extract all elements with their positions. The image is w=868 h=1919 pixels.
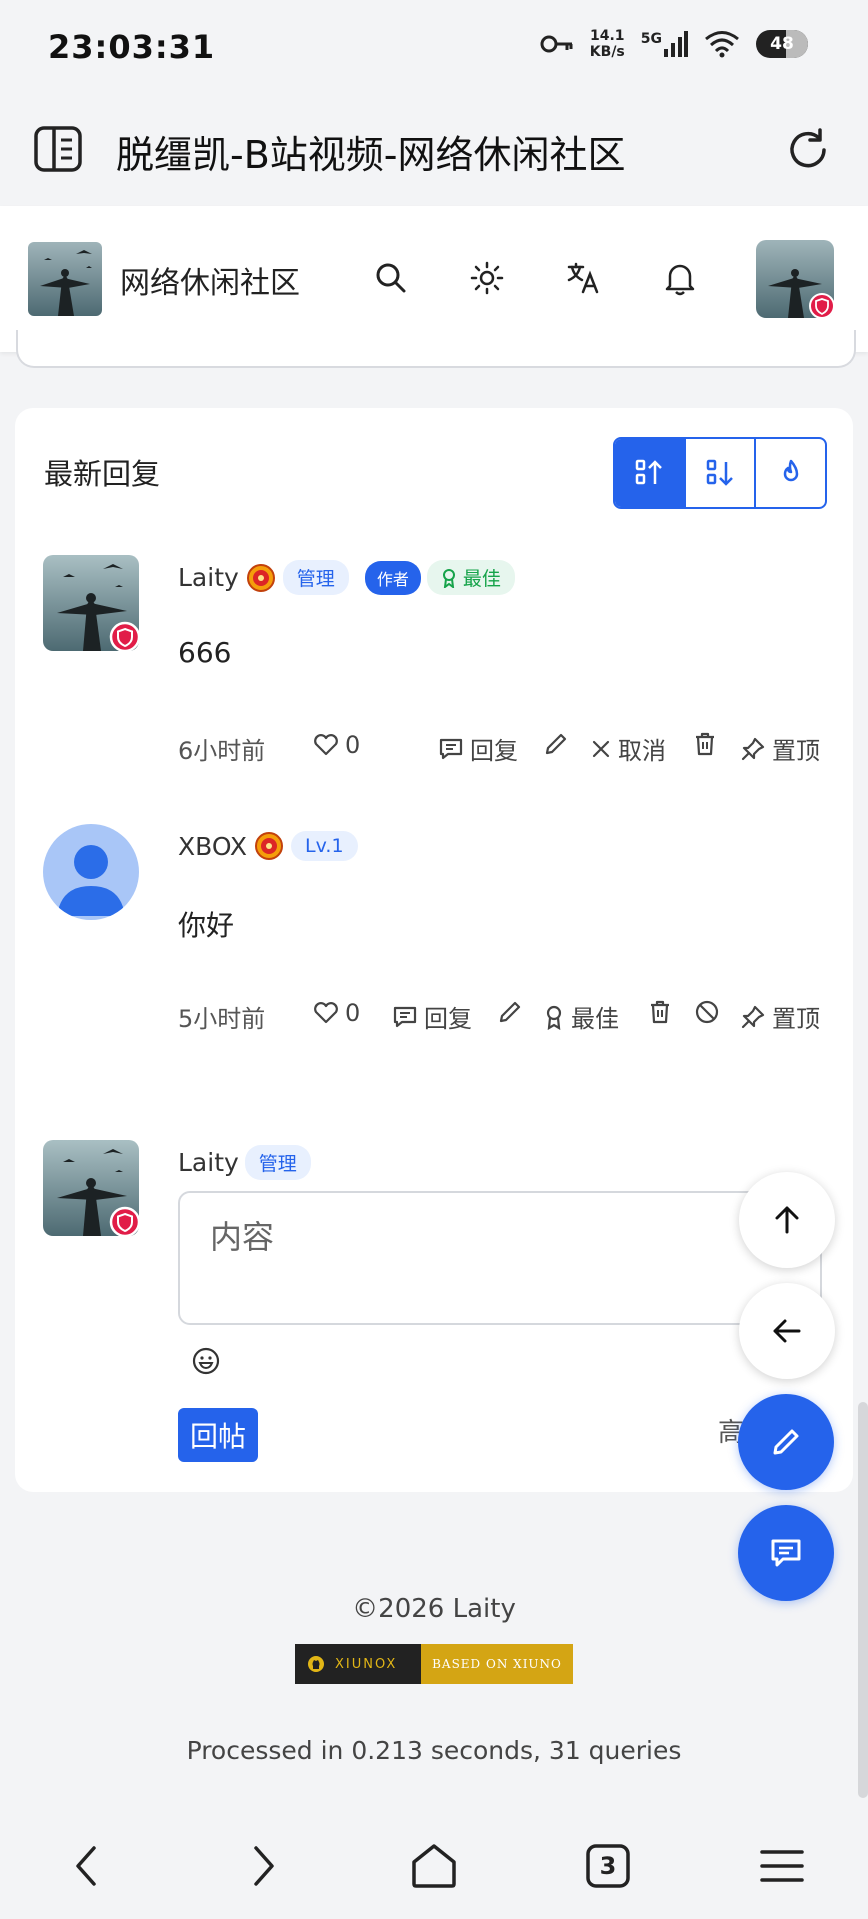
reply-1-time: 6小时前 — [178, 737, 266, 765]
back-button[interactable] — [739, 1283, 835, 1379]
page-title: 脱缰凯-B站视频-网络休闲社区 — [116, 133, 626, 177]
nav-tabs-icon[interactable]: 3 — [580, 1838, 636, 1894]
admin-badge: 管理 — [244, 1145, 311, 1180]
trash-icon — [651, 1000, 669, 1024]
reply-1-header: Laity 管理 作者 最佳 — [178, 560, 515, 595]
pin-icon — [741, 737, 765, 760]
comment-icon — [439, 738, 463, 759]
reply-content-textarea[interactable] — [178, 1191, 822, 1325]
sort-ascending-button[interactable] — [615, 439, 686, 507]
pencil-icon — [499, 1001, 521, 1023]
reply-1-edit-button[interactable] — [543, 731, 569, 757]
reply-2-username[interactable]: XBOX — [178, 832, 247, 861]
medal-icon — [246, 563, 275, 592]
reply-2-delete-button[interactable] — [648, 999, 672, 1025]
reload-icon[interactable] — [786, 128, 830, 172]
flame-icon — [783, 459, 798, 482]
admin-badge: 管理 — [282, 560, 349, 595]
heart-icon — [314, 734, 338, 756]
key-icon — [540, 35, 573, 53]
reply-2-header: XBOX Lv.1 — [178, 830, 358, 862]
net-speed: 14.1 KB/s — [589, 28, 625, 60]
close-icon — [592, 740, 610, 757]
heart-icon — [314, 1002, 338, 1024]
pencil-icon — [545, 733, 567, 755]
footer-copyright: ©2026 Laity — [352, 1594, 516, 1624]
reply-2-content: 你好 — [178, 909, 235, 942]
ban-icon — [695, 1000, 719, 1024]
compose-username: Laity — [178, 1148, 239, 1177]
status-icons: 14.1 KB/s 5G 48 — [540, 28, 808, 60]
reply-1-content: 666 — [178, 636, 232, 669]
processed-stats: Processed in 0.213 seconds, 31 queries — [186, 1736, 682, 1765]
emoji-icon[interactable] — [191, 1346, 221, 1376]
reply-2-ban-button[interactable] — [694, 999, 720, 1025]
status-time: 23:03:31 — [48, 28, 216, 66]
compose-avatar — [43, 1140, 143, 1240]
reply-1-cancel-button[interactable]: 取消 — [590, 731, 666, 766]
reply-2-pin-button[interactable]: 置顶 — [740, 999, 820, 1034]
best-badge: 最佳 — [426, 560, 515, 595]
user-avatar[interactable] — [756, 240, 834, 318]
nav-menu-icon[interactable] — [754, 1838, 810, 1894]
theme-sun-icon[interactable] — [467, 258, 507, 298]
reply-2-edit-button[interactable] — [497, 999, 523, 1025]
reply-2-avatar[interactable] — [43, 824, 139, 920]
sort-descending-icon — [706, 459, 733, 486]
reply-1-like-button[interactable]: 0 — [313, 731, 360, 759]
wifi-icon — [705, 31, 739, 58]
submit-reply-button[interactable]: 回帖 — [178, 1408, 258, 1462]
sort-ascending-icon — [636, 459, 663, 485]
award-icon — [442, 568, 455, 588]
comment-icon — [771, 1539, 801, 1567]
trash-icon — [696, 732, 714, 756]
previous-card-edge — [16, 330, 856, 368]
signal-icon: 5G — [641, 31, 688, 57]
author-badge: 作者 — [364, 560, 421, 595]
site-logo[interactable] — [28, 242, 102, 316]
reply-1-delete-button[interactable] — [693, 731, 717, 757]
sidebar-toggle-icon[interactable] — [34, 126, 82, 172]
nav-back-icon[interactable] — [60, 1838, 116, 1894]
nav-home-icon[interactable] — [406, 1838, 462, 1894]
comment-fab-button[interactable] — [738, 1505, 834, 1601]
medal-icon — [255, 832, 284, 860]
sort-hot-button[interactable] — [756, 439, 825, 507]
site-name[interactable]: 网络休闲社区 — [120, 258, 300, 302]
reply-1-reply-button[interactable]: 回复 — [438, 731, 518, 766]
reply-2-reply-button[interactable]: 回复 — [392, 999, 472, 1034]
replies-section-title: 最新回复 — [44, 457, 161, 491]
reply-1-pin-button[interactable]: 置顶 — [740, 731, 820, 766]
reply-2-like-button[interactable]: 0 — [313, 999, 360, 1027]
powered-by-badge[interactable]: XIUNOX BASED ON XIUNO — [295, 1644, 573, 1684]
search-icon[interactable] — [371, 258, 411, 298]
award-icon — [546, 1005, 562, 1030]
github-icon — [308, 1656, 324, 1672]
compose-fab-button[interactable] — [738, 1394, 834, 1490]
scroll-to-top-button[interactable] — [739, 1172, 835, 1268]
battery-icon: 48 — [756, 30, 808, 58]
translate-icon[interactable] — [563, 258, 603, 298]
reply-2-best-button[interactable]: 最佳 — [543, 999, 619, 1034]
comment-icon — [393, 1006, 417, 1027]
compose-header: Laity 管理 — [178, 1145, 311, 1180]
arrow-up-icon — [775, 1206, 799, 1234]
reply-1-avatar[interactable] — [43, 555, 143, 655]
arrow-left-icon — [773, 1319, 801, 1343]
reply-2-time: 5小时前 — [178, 1005, 266, 1033]
notification-bell-icon[interactable] — [660, 258, 700, 298]
sort-button-group — [613, 437, 827, 509]
level-badge: Lv.1 — [291, 831, 358, 861]
textarea-placeholder: 内容 — [210, 1218, 275, 1256]
pin-icon — [741, 1005, 765, 1028]
pencil-icon — [773, 1429, 799, 1455]
sort-descending-button[interactable] — [686, 439, 757, 507]
reply-1-username[interactable]: Laity — [178, 563, 239, 592]
nav-forward-icon[interactable] — [234, 1838, 290, 1894]
